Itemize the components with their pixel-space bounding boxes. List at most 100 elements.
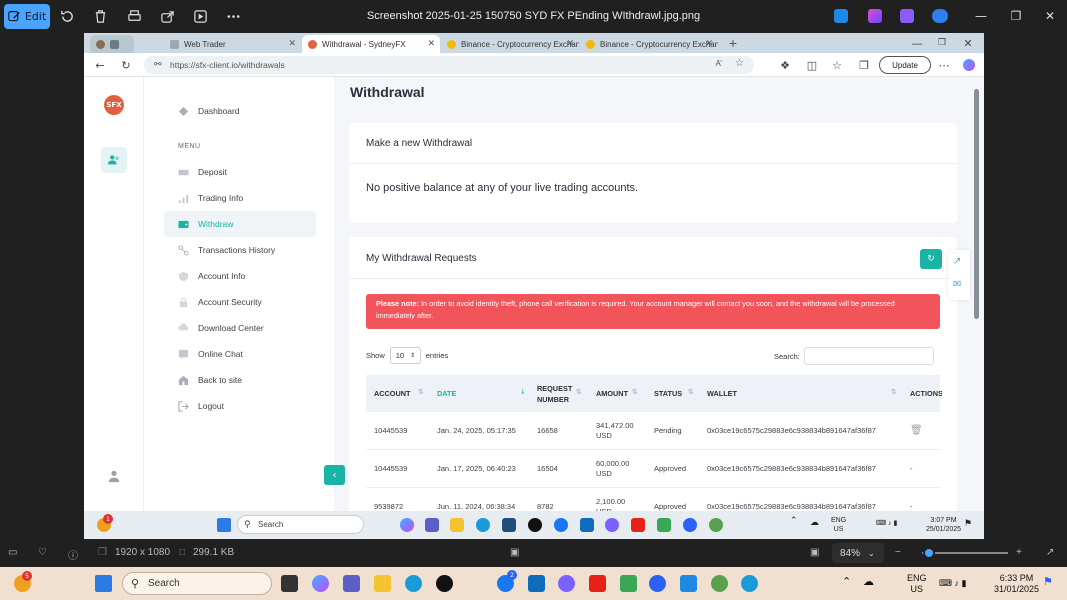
messenger-icon[interactable]	[554, 518, 568, 532]
update-button[interactable]: Update	[879, 56, 931, 74]
onedrive-icon[interactable]	[932, 9, 948, 23]
tab-web-trader[interactable]: Web Trader ✕	[164, 35, 301, 53]
favorites-icon[interactable]: ☆	[830, 58, 844, 72]
taskbar-search-input[interactable]: ⚲ Search	[122, 572, 272, 595]
copilot-icon[interactable]	[963, 59, 975, 71]
th-date[interactable]: DATE	[437, 375, 517, 412]
edge-icon[interactable]	[476, 518, 490, 532]
sidebar-item-deposit[interactable]: Deposit	[164, 159, 316, 185]
notification-bell-icon[interactable]: ⚑	[1043, 577, 1053, 588]
vpn-icon[interactable]	[649, 575, 666, 592]
heart-icon[interactable]: ♡	[38, 547, 47, 558]
read-aloud-icon[interactable]: A’	[715, 59, 722, 68]
file-explorer-icon[interactable]	[450, 518, 464, 532]
page-scrollbar[interactable]	[972, 77, 982, 539]
youtube-icon[interactable]	[631, 518, 645, 532]
scrollbar-thumb[interactable]	[974, 89, 979, 319]
cloud-icon[interactable]: ☁	[863, 577, 874, 588]
chat-bubble-icon[interactable]: ✉	[953, 279, 961, 290]
sidebar-item-trading-info[interactable]: Trading Info	[164, 185, 316, 211]
notepad-icon[interactable]	[657, 518, 671, 532]
favorite-star-icon[interactable]: ☆	[735, 58, 744, 69]
close-icon[interactable]: ✕	[1043, 9, 1057, 23]
user-profile-icon[interactable]	[107, 469, 121, 483]
zoom-dropdown[interactable]: 84% ⌄	[832, 543, 884, 563]
maximize-icon[interactable]: ❐	[1009, 9, 1023, 23]
photos-icon[interactable]	[605, 518, 619, 532]
tab-actions-icon[interactable]	[136, 35, 144, 53]
vpn-icon[interactable]	[683, 518, 697, 532]
tray-clock[interactable]: 6:33 PM 31/01/2025	[994, 573, 1039, 595]
photos-app-icon[interactable]	[834, 9, 848, 23]
sydneyfx-logo[interactable]: SFX	[104, 95, 124, 115]
fit-window-icon[interactable]: ▣	[810, 547, 819, 558]
tray-language[interactable]: ENG US	[831, 516, 846, 534]
close-tab-icon[interactable]: ✕	[288, 38, 296, 49]
reload-icon[interactable]: ↻	[119, 58, 133, 72]
split-screen-icon[interactable]: ◫	[805, 58, 819, 72]
tab-withdrawal[interactable]: Withdrawal - SydneyFX ✕	[302, 35, 440, 53]
close-tab-icon[interactable]: ✕	[705, 38, 713, 49]
photos-viewer-icon[interactable]	[680, 575, 697, 592]
browser-maximize-icon[interactable]: ❐	[935, 36, 949, 50]
copilot-icon[interactable]	[312, 575, 329, 592]
th-request-number[interactable]: REQUEST NUMBER	[537, 375, 577, 412]
start-icon[interactable]	[217, 518, 231, 532]
new-tab-icon[interactable]: +	[726, 36, 740, 50]
sidebar-item-online-chat[interactable]: Online Chat	[164, 341, 316, 367]
close-tab-icon[interactable]: ✕	[427, 38, 435, 49]
sort-icon[interactable]: ⇅	[632, 388, 638, 396]
tray-chevron-icon[interactable]: ⌃	[790, 516, 798, 525]
edge-icon[interactable]	[405, 575, 422, 592]
tray-language[interactable]: ENG US	[907, 573, 927, 595]
dell-icon[interactable]	[528, 518, 542, 532]
sidebar-item-back-to-site[interactable]: Back to site	[164, 367, 316, 393]
taskbar-search-input[interactable]: ⚲ Search	[237, 515, 364, 534]
designer-icon[interactable]	[900, 9, 914, 23]
fullscreen-icon[interactable]: ↗	[1046, 547, 1054, 558]
th-amount[interactable]: AMOUNT	[596, 375, 646, 412]
edge-profile-icon[interactable]	[741, 575, 758, 592]
store-icon[interactable]	[502, 518, 516, 532]
th-wallet[interactable]: WALLET	[707, 375, 767, 412]
tray-chevron-icon[interactable]: ⌃	[842, 577, 851, 588]
teams-icon[interactable]	[425, 518, 439, 532]
wifi-volume-battery-icon[interactable]: ⌨ ♪ ▮	[876, 519, 897, 528]
copilot-icon[interactable]	[400, 518, 414, 532]
youtube-icon[interactable]	[589, 575, 606, 592]
back-icon[interactable]: ←	[93, 58, 107, 72]
info-icon[interactable]: ⓘ	[68, 547, 78, 562]
refresh-button[interactable]: ↻	[920, 249, 942, 269]
outlook-icon[interactable]	[528, 575, 545, 592]
sort-desc-icon[interactable]: ↓	[520, 388, 526, 396]
client-area-icon[interactable]	[101, 147, 127, 173]
zoom-in-icon[interactable]: +	[1016, 547, 1022, 558]
photos-icon[interactable]	[558, 575, 575, 592]
zoom-out-icon[interactable]: −	[895, 547, 901, 558]
tab-binance-1[interactable]: Binance - Cryptocurrency Exchan ✕	[441, 35, 579, 53]
sort-icon[interactable]: ⇅	[688, 388, 694, 396]
filmstrip-icon[interactable]: ▭	[8, 547, 17, 558]
chart-icon[interactable]: ↗	[953, 256, 961, 267]
teams-icon[interactable]	[343, 575, 360, 592]
th-status[interactable]: STATUS	[654, 375, 704, 412]
wifi-volume-battery-icon[interactable]: ⌨ ♪ ▮	[939, 578, 966, 589]
browser-minimize-icon[interactable]: —	[910, 36, 924, 50]
extensions-icon[interactable]: ❖	[778, 58, 792, 72]
settings-more-icon[interactable]: ⋯	[937, 58, 951, 72]
sort-icon[interactable]: ⇅	[418, 388, 424, 396]
notification-bell-icon[interactable]: ⚑	[964, 519, 972, 528]
tray-clock[interactable]: 3:07 PM 25/01/2025	[926, 516, 961, 534]
sidebar-item-transactions-history[interactable]: Transactions History	[164, 237, 316, 263]
crop-icon[interactable]: ▣	[510, 547, 519, 558]
trash-icon[interactable]: 🗑	[910, 412, 923, 450]
notepad-icon[interactable]	[620, 575, 637, 592]
sidebar-item-withdraw[interactable]: Withdraw	[164, 211, 316, 237]
sidebar-item-account-info[interactable]: Account Info	[164, 263, 316, 289]
dell-icon[interactable]	[436, 575, 453, 592]
task-view-icon[interactable]	[281, 575, 298, 592]
entries-select[interactable]: 10 ⇕	[389, 347, 421, 364]
zoom-slider[interactable]	[922, 547, 1008, 559]
sidebar-item-dashboard[interactable]: Dashboard	[164, 98, 316, 124]
outlook-icon[interactable]	[580, 518, 594, 532]
